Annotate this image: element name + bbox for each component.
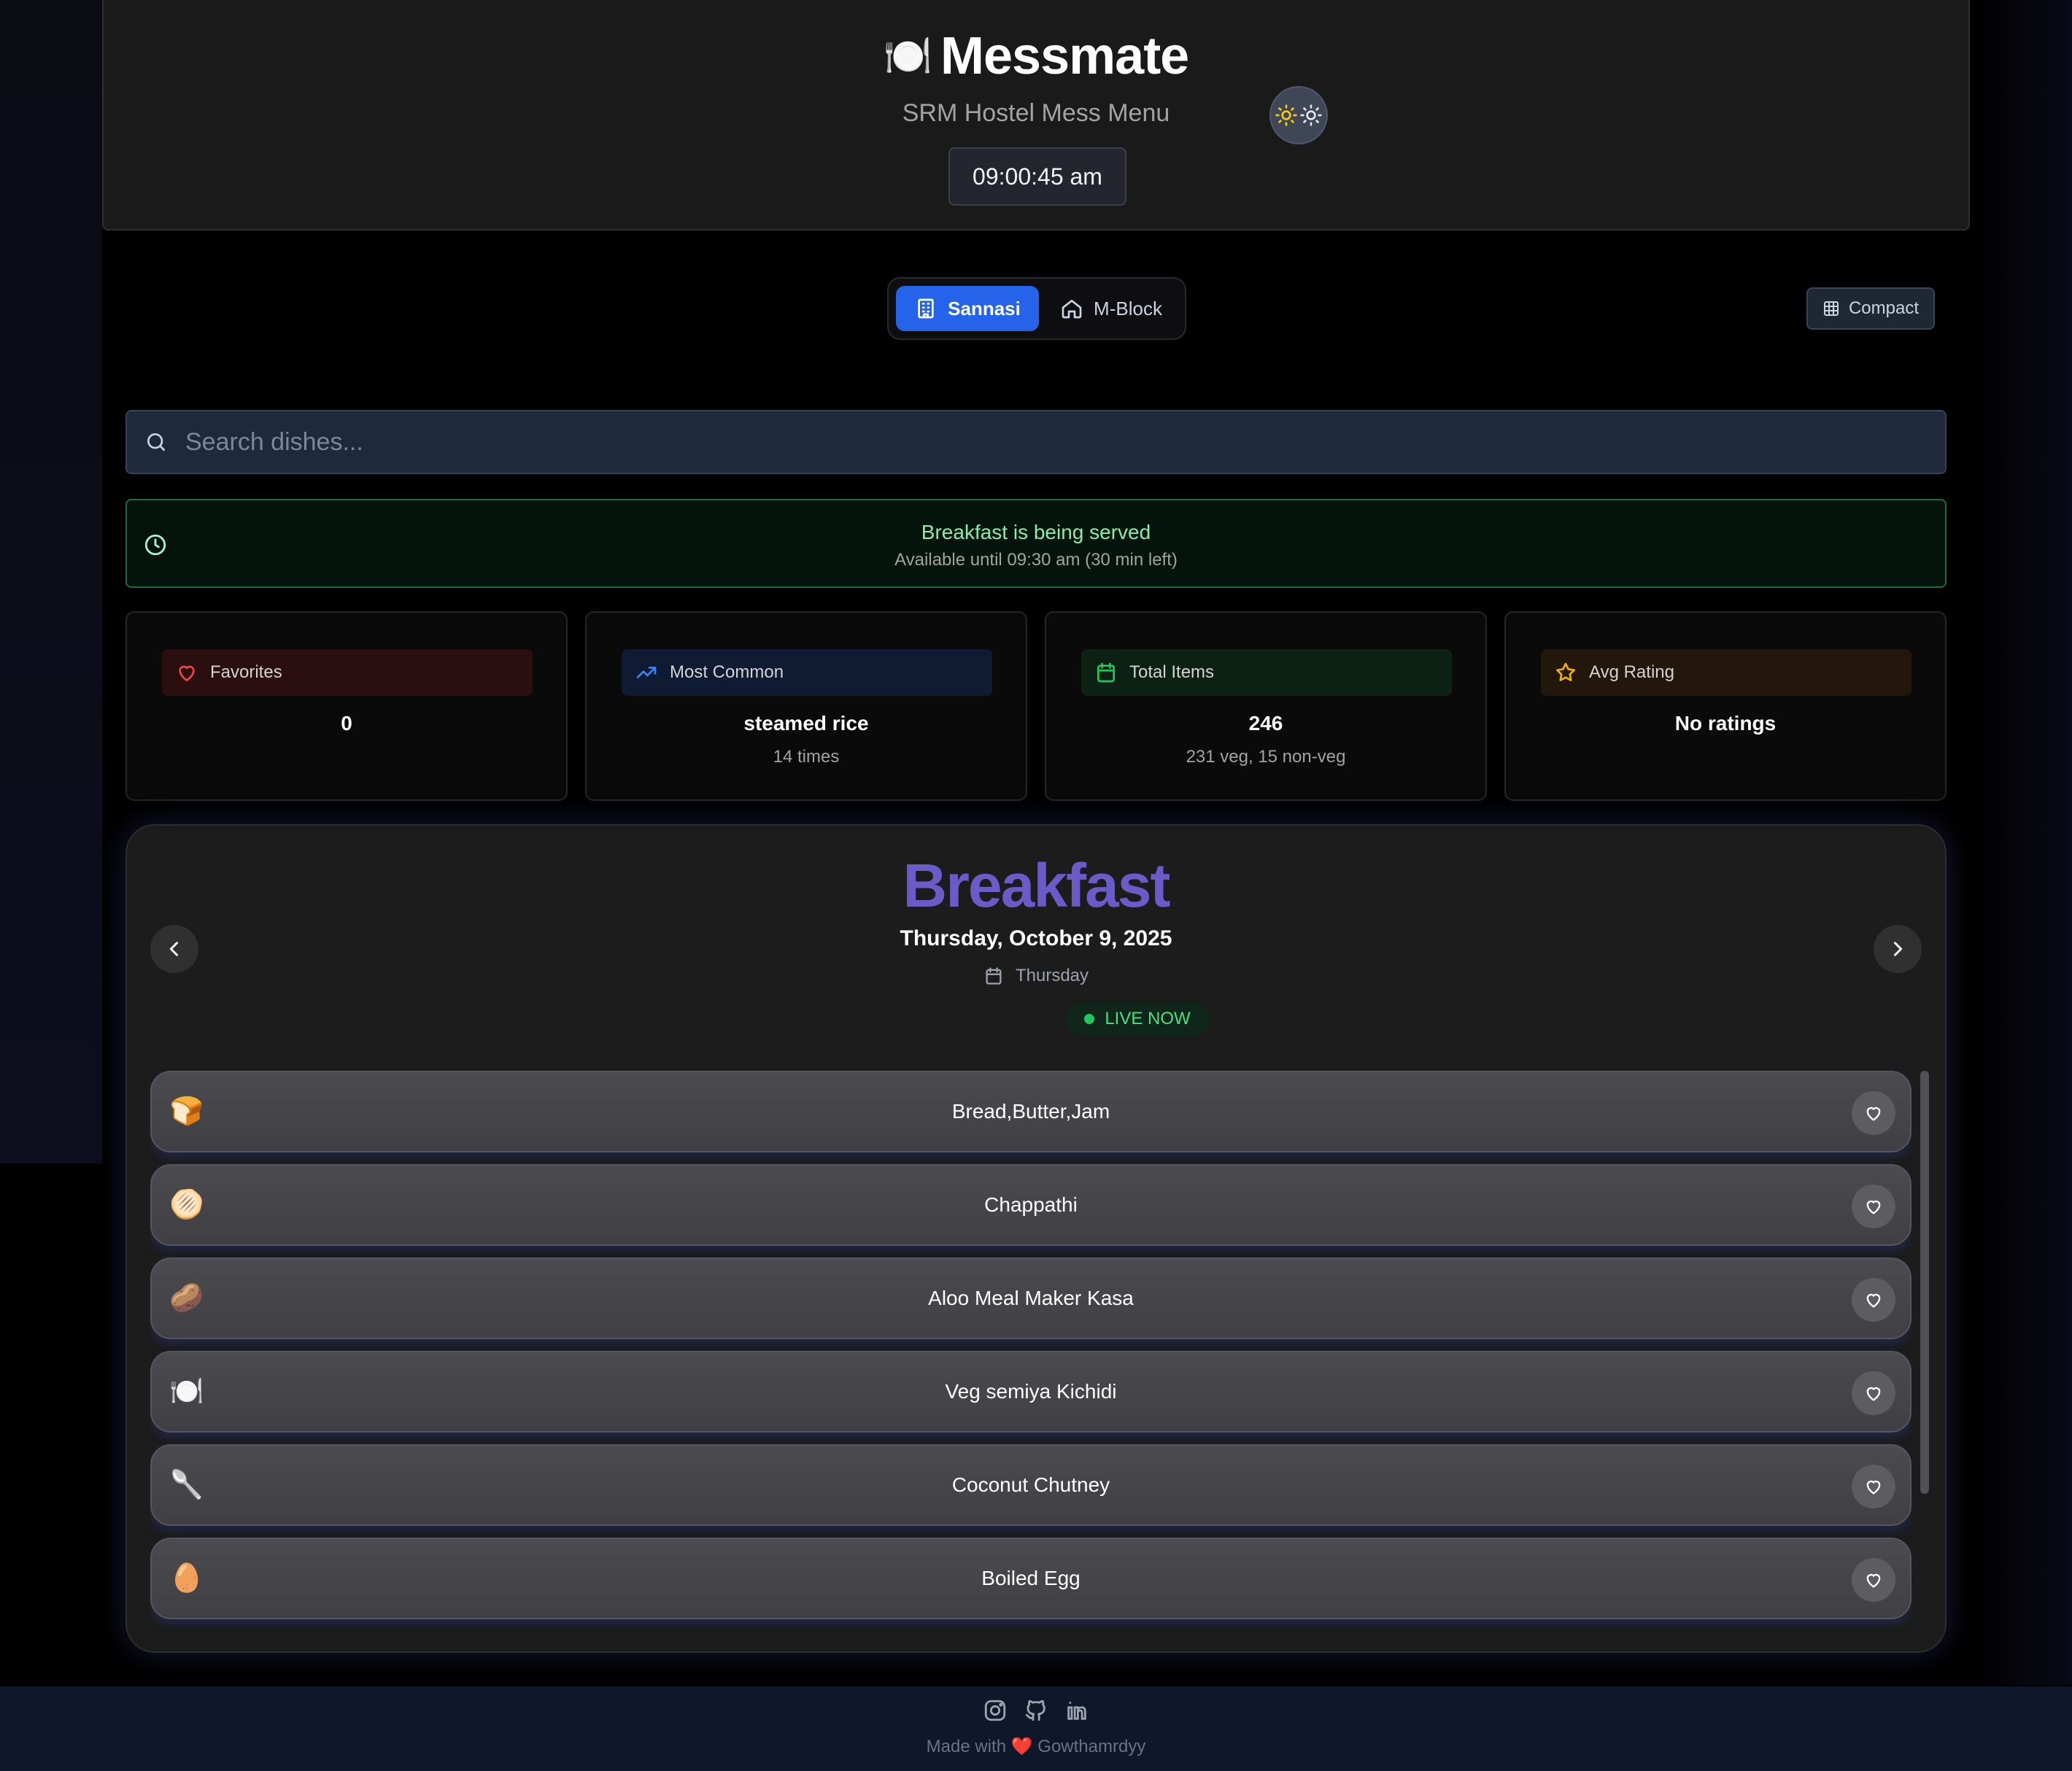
stat-label: Favorites <box>210 662 282 682</box>
serving-title: Breakfast is being served <box>921 521 1151 543</box>
search-icon <box>147 433 165 451</box>
menu-item-list: 🍞 Bread,Butter,Jam 🫓 Chappathi 🥔 Aloo Me… <box>150 1071 1911 1640</box>
stat-value: steamed rice <box>743 712 869 735</box>
stat-value: 0 <box>341 712 352 735</box>
background-left <box>0 0 102 1163</box>
home-icon <box>1062 300 1082 319</box>
footer: Made with ❤️ Gowthamrdyy <box>0 1686 2072 1771</box>
theme-toggle-button[interactable] <box>1269 86 1328 144</box>
stat-header: Avg Rating <box>1541 649 1911 696</box>
favorite-button[interactable] <box>1852 1558 1895 1602</box>
menu-scrollbar[interactable] <box>1920 1071 1929 1494</box>
stat-header: Most Common <box>622 649 992 696</box>
github-icon <box>1025 1700 1045 1721</box>
clock: 09:00:45 am <box>948 147 1126 206</box>
stat-card-avg-rating: Avg Rating No ratings <box>1504 611 1947 801</box>
stat-card-total-items: Total Items 246 231 veg, 15 non-veg <box>1045 611 1487 801</box>
linkedin-icon <box>1067 1701 1086 1720</box>
stat-card-favorites: Favorites 0 <box>125 611 568 801</box>
meal-day-label: Thursday <box>1015 966 1089 985</box>
compact-view-button[interactable]: Compact <box>1806 287 1935 330</box>
stat-header: Total Items <box>1081 649 1452 696</box>
page: 🍽️ Messmate SRM Hostel Mess Menu 09:00:45… <box>102 0 1970 1685</box>
menu-item[interactable]: 🥄 Coconut Chutney <box>150 1444 1911 1526</box>
meal-panel: Breakfast Thursday, October 9, 2025 Thur… <box>125 824 1947 1653</box>
menu-item[interactable]: 🍞 Bread,Butter,Jam <box>150 1071 1911 1152</box>
search-input[interactable] <box>185 427 1863 457</box>
menu-item-name: Chappathi <box>984 1193 1078 1216</box>
stat-card-most-common: Most Common steamed rice 14 times <box>585 611 1027 801</box>
mess-option-sannasi[interactable]: Sannasi <box>896 286 1039 331</box>
heart-icon <box>1866 1200 1881 1214</box>
favorite-button[interactable] <box>1852 1185 1895 1228</box>
mess-option-label: M-Block <box>1094 297 1162 319</box>
stat-note: 231 veg, 15 non-veg <box>1186 747 1346 767</box>
app-subtitle: SRM Hostel Mess Menu <box>902 99 1170 127</box>
menu-item-name: Aloo Meal Maker Kasa <box>928 1287 1134 1309</box>
mess-option-label: Sannasi <box>948 297 1021 319</box>
mess-selector: Sannasi M-Block <box>887 277 1186 340</box>
heart-icon <box>1866 1480 1881 1495</box>
heart-icon: ❤️ <box>1010 1737 1033 1756</box>
github-link[interactable] <box>1024 1698 1048 1723</box>
heart-icon <box>1866 1573 1881 1588</box>
heart-icon <box>1866 1293 1881 1308</box>
meal-day: Thursday <box>127 966 1945 986</box>
menu-item[interactable]: 🫓 Chappathi <box>150 1164 1911 1246</box>
background-right <box>1970 0 2072 1685</box>
calendar-icon <box>986 967 1002 985</box>
menu-item[interactable]: 🥔 Aloo Meal Maker Kasa <box>150 1257 1911 1339</box>
serving-subtitle: Available until 09:30 am (30 min left) <box>894 550 1178 570</box>
footer-made-with: Made with <box>926 1737 1007 1756</box>
stat-value: No ratings <box>1674 712 1777 735</box>
serving-banner: Breakfast is being served Available unti… <box>125 499 1947 588</box>
star-icon <box>1555 662 1576 681</box>
instagram-icon <box>984 1700 1006 1721</box>
stat-header: Favorites <box>162 649 533 696</box>
footer-credit: Made with ❤️ Gowthamrdyy <box>0 1736 2072 1757</box>
stat-note: 14 times <box>773 747 840 767</box>
header: 🍽️ Messmate SRM Hostel Mess Menu 09:00:45… <box>102 0 1970 230</box>
favorite-button[interactable] <box>1852 1371 1895 1415</box>
favorite-button[interactable] <box>1852 1465 1895 1508</box>
instagram-link[interactable] <box>983 1698 1008 1723</box>
live-status-label: LIVE NOW <box>1105 1009 1191 1028</box>
heart-icon <box>1866 1387 1881 1401</box>
social-links <box>0 1698 2072 1723</box>
plate-icon: 🍽️ <box>883 34 932 78</box>
menu-item-name: Boiled Egg <box>981 1567 1081 1589</box>
stat-value: 246 <box>1248 712 1283 735</box>
grid-icon <box>1823 301 1839 316</box>
meal-title: Breakfast <box>902 851 1171 920</box>
search-bar <box>125 410 1947 474</box>
menu-item[interactable]: 🥚 Boiled Egg <box>150 1538 1911 1619</box>
menu-item-name: Coconut Chutney <box>951 1473 1110 1496</box>
calendar-icon <box>1097 662 1115 683</box>
compact-label: Compact <box>1848 298 1920 318</box>
live-status-badge: LIVE NOW <box>1065 1002 1210 1036</box>
app-title: 🍽️ Messmate <box>104 26 1968 86</box>
stat-label: Avg Rating <box>1589 662 1674 682</box>
heart-icon <box>1866 1107 1881 1121</box>
app-title-text: Messmate <box>940 27 1189 85</box>
menu-item-name: Bread,Butter,Jam <box>951 1100 1110 1123</box>
trending-up-icon <box>636 667 657 678</box>
sun-icon <box>1275 104 1297 126</box>
meal-date: Thursday, October 9, 2025 <box>900 926 1172 950</box>
favorite-button[interactable] <box>1852 1091 1895 1135</box>
heart-icon <box>179 665 195 681</box>
favorite-button[interactable] <box>1852 1278 1895 1322</box>
footer-author[interactable]: Gowthamrdyy <box>1037 1737 1145 1756</box>
building-icon <box>918 298 934 319</box>
linkedin-link[interactable] <box>1064 1698 1089 1723</box>
live-dot-icon <box>1084 1014 1095 1024</box>
stat-label: Total Items <box>1129 662 1215 682</box>
menu-item[interactable]: 🍽️ Veg semiya Kichidi <box>150 1351 1911 1433</box>
menu-item-name: Veg semiya Kichidi <box>945 1380 1117 1403</box>
stat-label: Most Common <box>670 662 784 682</box>
mess-option-m-block[interactable]: M-Block <box>1042 286 1180 331</box>
sun-outline-icon <box>1300 104 1322 126</box>
